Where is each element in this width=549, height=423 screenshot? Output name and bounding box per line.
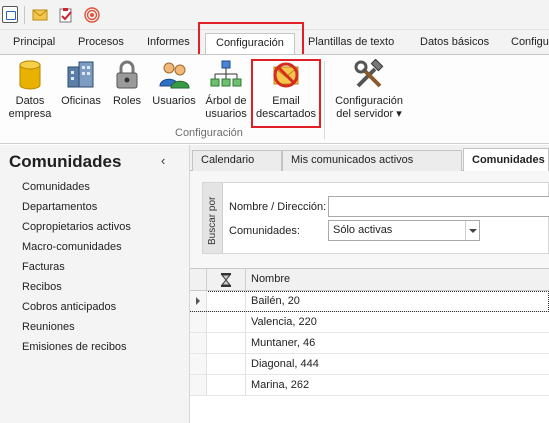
name-address-input[interactable] [328, 196, 549, 217]
tab-principal[interactable]: Principal [13, 33, 55, 54]
office-buildings-icon [67, 61, 94, 88]
roles-button[interactable]: Roles [110, 59, 144, 108]
row-nombre: Valencia, 220 [251, 316, 317, 328]
usuarios-label: Usuarios [152, 95, 196, 107]
toolbar-divider [24, 6, 25, 24]
column-header-nombre[interactable]: Nombre [251, 273, 290, 285]
row-status-cell [207, 354, 246, 374]
row-nombre: Muntaner, 46 [251, 337, 316, 349]
status-column-header[interactable] [207, 269, 246, 291]
search-panel: Buscar por Nombre / Dirección: Comunidad… [202, 182, 549, 254]
chevron-down-icon[interactable] [465, 221, 479, 240]
tab-procesos[interactable]: Procesos [78, 33, 124, 54]
table-row[interactable]: Valencia, 220 [190, 312, 549, 333]
row-indicator [190, 312, 207, 332]
row-status-cell [207, 312, 246, 332]
users-icon [159, 62, 190, 89]
nav-item-recibos[interactable]: Recibos [22, 281, 62, 293]
row-indicator [190, 375, 207, 395]
nav-item-reuniones[interactable]: Reuniones [22, 321, 75, 333]
row-nombre: Marina, 262 [251, 379, 310, 391]
table-row[interactable]: Muntaner, 46 [190, 333, 549, 354]
wrench-hammer-icon [354, 59, 384, 88]
left-navigation-panel: Comunidades ‹ Comunidades Departamentos … [0, 145, 190, 423]
highlight-box-config-tab [198, 22, 304, 56]
row-indicator [190, 333, 207, 353]
application-menu-icon[interactable] [2, 6, 18, 23]
doc-tab-calendario[interactable]: Calendario [192, 150, 282, 171]
datos-empresa-label-line2: empresa [8, 108, 52, 120]
database-icon [19, 60, 41, 90]
document-tab-bar: Calendario Mis comunicados activos Comun… [190, 145, 549, 172]
doc-tab-comunidades[interactable]: Comunidades [463, 148, 549, 172]
search-side-label: Buscar por [203, 183, 223, 253]
roles-label: Roles [112, 95, 142, 107]
padlock-icon [116, 60, 138, 89]
config-servidor-label-line1: Configuración [335, 95, 403, 107]
arbol-de-usuarios-button[interactable]: Árbol de usuarios [202, 59, 250, 121]
row-indicator [190, 291, 207, 311]
name-address-label: Nombre / Dirección: [229, 201, 327, 213]
ribbon-group-divider [324, 61, 325, 139]
buscar-por-label: Buscar por [207, 196, 218, 245]
tab-configuracion-truncated[interactable]: Configu [511, 33, 549, 54]
ribbon-group-label: Configuración [175, 127, 243, 139]
row-indicator [190, 354, 207, 374]
row-status-cell [207, 291, 246, 311]
table-row[interactable]: Marina, 262 [190, 375, 549, 396]
tab-datos-basicos[interactable]: Datos básicos [420, 33, 489, 54]
highlight-box-email-descartados [251, 59, 321, 128]
current-row-arrow-icon [196, 297, 200, 305]
main-content: Buscar por Nombre / Dirección: Comunidad… [190, 171, 549, 423]
nav-item-facturas[interactable]: Facturas [22, 261, 65, 273]
row-nombre: Diagonal, 444 [251, 358, 319, 370]
mail-icon[interactable] [32, 7, 48, 23]
row-indicator-header [190, 269, 207, 291]
clipboard-check-icon[interactable] [58, 7, 74, 23]
nav-item-copropietarios-activos[interactable]: Copropietarios activos [22, 221, 131, 233]
arbol-label-line2: usuarios [205, 108, 247, 120]
oficinas-label: Oficinas [61, 95, 101, 107]
config-servidor-label-line2: del servidor ▾ [336, 108, 402, 120]
nav-item-macro-comunidades[interactable]: Macro-comunidades [22, 241, 122, 253]
configuracion-del-servidor-button[interactable]: Configuración del servidor ▾ [333, 59, 405, 121]
nav-item-departamentos[interactable]: Departamentos [22, 201, 97, 213]
org-tree-icon [210, 60, 242, 87]
arbol-label-line1: Árbol de [205, 95, 247, 107]
nav-item-emisiones-de-recibos[interactable]: Emisiones de recibos [22, 341, 127, 353]
row-status-cell [207, 375, 246, 395]
oficinas-button[interactable]: Oficinas [58, 59, 104, 108]
hourglass-icon [220, 273, 232, 287]
tab-informes[interactable]: Informes [147, 33, 190, 54]
tab-plantillas-de-texto[interactable]: Plantillas de texto [308, 33, 394, 54]
nav-item-cobros-anticipados[interactable]: Cobros anticipados [22, 301, 116, 313]
datos-empresa-button[interactable]: Datos empresa [5, 59, 55, 121]
table-row[interactable]: Bailén, 20 [190, 291, 549, 312]
doc-tab-mis-comunicados-activos[interactable]: Mis comunicados activos [282, 150, 462, 171]
row-nombre: Bailén, 20 [251, 295, 300, 307]
panel-title: Comunidades [9, 152, 122, 171]
datos-empresa-label-line1: Datos [15, 95, 45, 107]
collapse-panel-icon[interactable]: ‹ [161, 153, 165, 168]
comunidades-grid: Nombre Bailén, 20 Valencia, 220 Muntaner… [190, 268, 549, 423]
grid-header: Nombre [190, 269, 549, 291]
table-row[interactable]: Diagonal, 444 [190, 354, 549, 375]
usuarios-button[interactable]: Usuarios [151, 59, 197, 108]
comunidades-filter-value: Sólo activas [333, 224, 393, 236]
comunidades-filter-label: Comunidades: [229, 225, 300, 237]
row-status-cell [207, 333, 246, 353]
nav-item-comunidades[interactable]: Comunidades [22, 181, 90, 193]
broadcast-icon[interactable] [84, 7, 100, 23]
comunidades-filter-select[interactable]: Sólo activas [328, 220, 480, 241]
